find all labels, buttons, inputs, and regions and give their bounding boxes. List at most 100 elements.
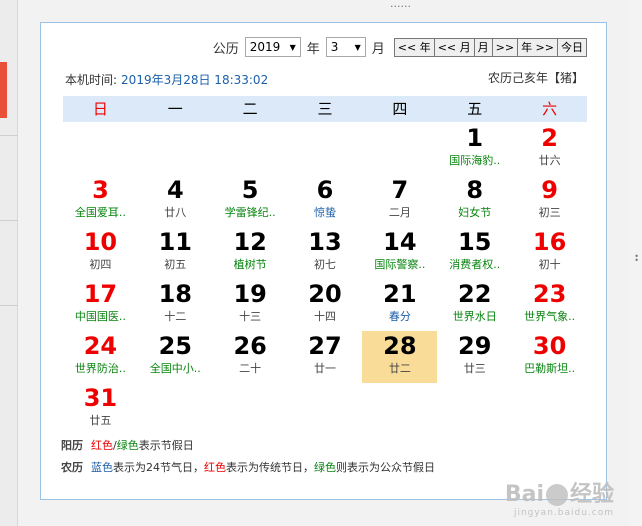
lunar-year: 农历己亥年【猪】 bbox=[487, 71, 584, 85]
day-cell[interactable]: 23 世界气象.. bbox=[512, 279, 587, 331]
month-select-value: 3 bbox=[330, 40, 339, 54]
day-cell-today[interactable]: 28 廿二 bbox=[362, 331, 438, 383]
day-cell[interactable]: 7 二月 bbox=[362, 175, 437, 227]
day-subtitle: 廿八 bbox=[164, 206, 187, 219]
empty-cell bbox=[138, 383, 213, 435]
day-subtitle: 植树节 bbox=[233, 258, 267, 271]
day-cell[interactable]: 5 学雷锋纪.. bbox=[213, 175, 288, 227]
day-cell[interactable]: 1 国际海豹.. bbox=[437, 123, 512, 175]
today-button[interactable]: 今日 bbox=[557, 37, 587, 57]
month-suffix: 月 bbox=[371, 41, 385, 57]
next-year-button[interactable]: 年 >> bbox=[517, 37, 558, 57]
day-cell[interactable]: 18 十二 bbox=[138, 279, 213, 331]
day-number: 11 bbox=[158, 228, 192, 256]
day-number: 20 bbox=[308, 280, 342, 308]
week-row: 24 世界防治.. 25 全国中小.. 26 二十 27 廿一 28 廿二 29 廿三 30 巴勒斯坦.. bbox=[63, 331, 587, 383]
day-subtitle: 惊蛰 bbox=[314, 206, 336, 219]
day-subtitle: 初四 bbox=[89, 258, 112, 271]
calendar-toolbar: 公历 2019 ▼ 年 3 ▼ 月 << 年 << 月 月 >> 年 >> 今日 bbox=[207, 36, 587, 58]
empty-cell bbox=[138, 123, 213, 175]
next-month-button[interactable]: >> bbox=[491, 37, 519, 57]
day-cell[interactable]: 16 初十 bbox=[512, 227, 587, 279]
day-cell[interactable]: 9 初三 bbox=[512, 175, 587, 227]
legend-green: 绿色 bbox=[116, 439, 139, 452]
day-cell[interactable]: 10 初四 bbox=[63, 227, 138, 279]
day-cell[interactable]: 13 初七 bbox=[288, 227, 363, 279]
day-cell[interactable]: 4 廿八 bbox=[138, 175, 213, 227]
paw-logo-icon bbox=[545, 484, 568, 506]
day-cell[interactable]: 22 世界水日 bbox=[437, 279, 512, 331]
day-number: 1 bbox=[466, 124, 484, 152]
background-window-right: • • bbox=[628, 0, 642, 526]
prev-month-button[interactable]: << 月 bbox=[433, 37, 475, 57]
legend-lunar-text1: 表示为24节气日， bbox=[113, 461, 204, 474]
weekday-header: 日 一 二 三 四 五 六 bbox=[63, 96, 587, 122]
weekday-thu: 四 bbox=[392, 100, 408, 118]
day-number: 12 bbox=[233, 228, 267, 256]
empty-cell bbox=[288, 123, 363, 175]
day-subtitle: 十四 bbox=[314, 310, 336, 323]
day-number: 24 bbox=[83, 332, 118, 360]
day-cell[interactable]: 25 全国中小.. bbox=[138, 331, 213, 383]
local-time: 本机时间: 2019年3月28日 18:33:02 bbox=[65, 71, 268, 88]
divider bbox=[0, 305, 18, 306]
day-subtitle: 国际警察.. bbox=[374, 258, 426, 271]
week-row: 10 初四 11 初五 12 植树节 13 初七 14 国际警察.. 15 消费者权.. 16 初十 bbox=[63, 227, 587, 279]
empty-cell bbox=[63, 123, 138, 175]
day-number: 31 bbox=[83, 384, 118, 412]
week-row: 17 中国国医.. 18 十二 19 十三 20 十四 21 春分 22 世界水日 23 世界气象.. bbox=[63, 279, 587, 331]
day-number: 6 bbox=[316, 176, 334, 204]
legend-lunar: 农历 蓝色表示为24节气日，红色表示为传统节日，绿色则表示为公众节假日 bbox=[61, 459, 435, 475]
weekday-tue: 二 bbox=[242, 100, 258, 118]
prev-year-button[interactable]: << 年 bbox=[393, 37, 435, 57]
calendar-type-label: 公历 bbox=[212, 41, 239, 57]
day-subtitle: 初十 bbox=[538, 258, 561, 271]
day-cell[interactable]: 8 妇女节 bbox=[437, 175, 512, 227]
day-cell[interactable]: 19 十三 bbox=[213, 279, 288, 331]
resize-grip-icon: • • bbox=[634, 252, 639, 265]
day-number: 10 bbox=[83, 228, 118, 256]
day-number: 28 bbox=[383, 332, 417, 360]
day-cell[interactable]: 3 全国爱耳.. bbox=[63, 175, 138, 227]
day-cell[interactable]: 27 廿一 bbox=[288, 331, 363, 383]
day-subtitle: 廿六 bbox=[538, 154, 561, 167]
day-cell[interactable]: 12 植树节 bbox=[213, 227, 288, 279]
day-subtitle: 初三 bbox=[538, 206, 561, 219]
day-cell[interactable]: 2 廿六 bbox=[512, 123, 587, 175]
day-subtitle: 廿一 bbox=[314, 362, 336, 375]
empty-cell bbox=[362, 383, 437, 435]
day-cell[interactable]: 31 廿五 bbox=[63, 383, 138, 435]
background-window-left bbox=[0, 0, 18, 526]
day-cell[interactable]: 6 惊蛰 bbox=[288, 175, 363, 227]
day-number: 3 bbox=[92, 176, 109, 204]
day-number: 30 bbox=[532, 332, 567, 360]
day-number: 19 bbox=[233, 280, 267, 308]
month-button[interactable]: 月 bbox=[473, 37, 493, 57]
day-subtitle: 全国中小.. bbox=[149, 362, 201, 375]
day-number: 27 bbox=[308, 332, 342, 360]
day-cell[interactable]: 14 国际警察.. bbox=[362, 227, 437, 279]
calendar-grid: 1 国际海豹.. 2 廿六 3 全国爱耳.. 4 廿八 5 学雷锋纪.. 6 惊蛰 7 二月 8 妇女节 9 初三… bbox=[63, 123, 587, 435]
day-subtitle: 初五 bbox=[164, 258, 187, 271]
day-subtitle: 廿二 bbox=[388, 362, 411, 375]
divider bbox=[0, 135, 18, 136]
empty-cell bbox=[288, 383, 363, 435]
day-cell[interactable]: 29 廿三 bbox=[437, 331, 512, 383]
day-cell[interactable]: 26 二十 bbox=[213, 331, 288, 383]
day-number: 15 bbox=[458, 228, 492, 256]
local-time-value: 2019年3月28日 18:33:02 bbox=[121, 73, 269, 87]
day-cell[interactable]: 20 十四 bbox=[288, 279, 363, 331]
day-cell[interactable]: 17 中国国医.. bbox=[63, 279, 138, 331]
day-cell[interactable]: 30 巴勒斯坦.. bbox=[512, 331, 587, 383]
background-window-top: ...... bbox=[390, 0, 411, 8]
day-cell[interactable]: 24 世界防治.. bbox=[63, 331, 138, 383]
day-number: 17 bbox=[83, 280, 118, 308]
year-select[interactable]: 2019 ▼ bbox=[244, 37, 301, 57]
day-number: 4 bbox=[166, 176, 184, 204]
day-cell[interactable]: 21 春分 bbox=[362, 279, 437, 331]
day-cell[interactable]: 15 消费者权.. bbox=[437, 227, 512, 279]
day-cell[interactable]: 11 初五 bbox=[138, 227, 213, 279]
nav-button-group: << 年 << 月 月 >> 年 >> 今日 bbox=[393, 37, 587, 57]
month-select[interactable]: 3 ▼ bbox=[325, 37, 366, 57]
legend-lunar-text2: 表示为传统节日， bbox=[226, 461, 314, 474]
